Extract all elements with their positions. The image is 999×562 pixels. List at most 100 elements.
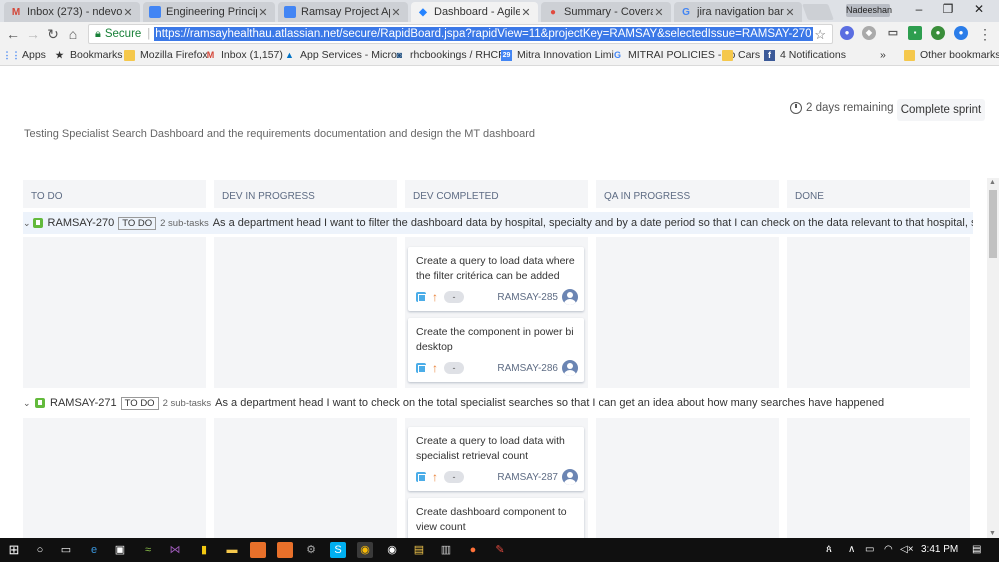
bookmark-apps[interactable]: ⋮⋮ Apps [3,49,46,61]
extension-leaf-icon[interactable]: ● [931,26,945,40]
bookmark-star-icon[interactable]: ☆ [814,27,826,43]
issue-key[interactable]: RAMSAY-271 [50,397,117,409]
window-close-icon[interactable]: ✕ [964,2,994,16]
battery-icon[interactable]: ▭ [865,544,874,555]
other-bookmarks[interactable]: Other bookmarks [904,49,999,61]
chevron-down-icon[interactable]: ⌄ [23,398,33,409]
chrome-icon[interactable]: ◉ [357,542,373,558]
issue-card[interactable]: Create a query to load data where the fi… [408,247,584,311]
scrollbar-thumb[interactable] [989,190,997,258]
app-icon[interactable]: ≈ [140,542,156,558]
home-icon[interactable]: ⌂ [64,25,82,43]
issue-card[interactable]: Create dashboard component to view count [408,498,584,538]
firefox-icon[interactable]: ● [465,542,481,558]
bookmark-mitra[interactable]: 29 Mitra Innovation Limi [501,49,614,61]
close-icon[interactable]: ✕ [784,6,796,19]
subtask-count: 2 sub-tasks [160,217,209,229]
bookmark-bookmarks[interactable]: ★ Bookmarks [54,49,122,61]
store-icon[interactable]: ▣ [112,542,128,558]
app-gear-icon[interactable]: ⚙ [303,542,319,558]
back-arrow-icon[interactable]: ← [4,25,22,43]
close-icon[interactable]: ✕ [520,6,532,19]
swimlane-header[interactable]: ⌄ RAMSAY-271 TO DO 2 sub-tasks As a depa… [23,392,973,414]
restore-icon[interactable]: ❐ [933,2,963,16]
volume-icon[interactable]: ◁× [900,544,914,555]
task-view-icon[interactable]: ▭ [58,542,74,558]
swimlane-header[interactable]: ⌄ RAMSAY-270 TO DO 2 sub-tasks As a depa… [23,212,973,234]
app-grey-icon[interactable]: ▥ [438,542,454,558]
lane-done [787,418,970,538]
skype-icon[interactable]: S [330,542,346,558]
new-tab-button[interactable] [802,4,834,20]
estimate-badge: - [444,362,464,374]
file-explorer-icon[interactable]: ▬ [224,542,240,558]
issue-card[interactable]: Create a query to load data with special… [408,427,584,491]
browser-tab-engineering[interactable]: Engineering Principles ✕ [143,2,275,22]
clock-time[interactable]: 3:41 PM [921,544,958,555]
scroll-up-icon[interactable]: ▲ [989,179,996,186]
app-orange-icon[interactable] [250,542,266,558]
address-bar[interactable]: 🔒︎ Secure | https://ramsayhealthau.atlas… [88,24,833,44]
chevron-down-icon[interactable]: ⌄ [23,218,31,229]
lane-dev-in-progress [214,237,397,388]
cast-icon[interactable]: ▭ [886,26,900,40]
windows-taskbar: ⊞ ○ ▭ e ▣ ≈ ⋈ ▮ ▬ ⚙ S ◉ ◉ ▤ ▥ ● ✎ ጰ ∧ ▭ … [0,538,999,562]
scroll-down-icon[interactable]: ▼ [989,530,996,537]
issue-key[interactable]: RAMSAY-270 [48,217,115,229]
folder-icon [904,49,915,61]
bookmark-notifications[interactable]: f4 Notifications [764,49,846,61]
card-key[interactable]: RAMSAY-287 [497,472,558,483]
bookmark-cars[interactable]: Cars [722,49,760,61]
windows-start-icon[interactable]: ⊞ [6,542,22,558]
extension-icon[interactable]: ● [840,26,854,40]
app-red-icon[interactable]: ✎ [492,542,508,558]
chrome-alt-icon[interactable]: ◉ [384,542,400,558]
minimize-icon[interactable]: – [904,2,934,16]
avatar-icon[interactable] [562,469,578,485]
wifi-icon[interactable]: ◠ [884,544,893,555]
close-icon[interactable]: ✕ [122,6,134,19]
bookmark-mitrai-policies[interactable]: G MITRAI POLICIES - co [612,49,735,61]
avatar-icon[interactable] [562,360,578,376]
notes-icon[interactable]: ▤ [411,542,427,558]
browser-tab-ramsay[interactable]: Ramsay Project Appro ✕ [278,2,408,22]
bookmark-inbox[interactable]: M Inbox (1,157) [205,49,283,61]
page-scrollbar[interactable]: ▲ ▼ [987,178,999,538]
visual-studio-icon[interactable]: ⋈ [167,542,183,558]
more-bookmarks-button[interactable]: » [880,49,886,61]
close-icon[interactable]: ✕ [653,6,665,19]
extension-blue-icon[interactable]: ● [954,26,968,40]
issue-card[interactable]: Create the component in power bi desktop… [408,318,584,382]
url-text[interactable]: https://ramsayhealthau.atlassian.net/sec… [154,27,813,41]
reload-icon[interactable]: ↻ [44,25,62,43]
extension-shield-icon[interactable]: ◆ [862,26,876,40]
forward-arrow-icon[interactable]: → [24,25,42,43]
card-key[interactable]: RAMSAY-285 [497,292,558,303]
browser-tab-summary[interactable]: ● Summary - Coverage I ✕ [541,2,671,22]
lane-qa-in-progress [596,237,779,388]
sonar-icon: ● [549,6,557,18]
browser-tab-dashboard[interactable]: ◆ Dashboard - Agile Boa ✕ [411,2,538,22]
bookmark-firefox[interactable]: Mozilla Firefox [124,49,208,61]
search-icon[interactable]: ○ [32,542,48,558]
google-icon: G [682,6,690,18]
menu-icon[interactable]: ⋮ [976,25,994,43]
browser-tab-gmail[interactable]: M Inbox (273) - ndevon@ ✕ [4,2,140,22]
powerbi-icon[interactable]: ▮ [196,542,212,558]
bookmark-rhcbookings[interactable]: ◙ rhcbookings / RHCPo [394,49,511,61]
chevron-up-icon[interactable]: ∧ [848,544,855,555]
edge-icon[interactable]: e [86,542,102,558]
close-icon[interactable]: ✕ [390,6,402,19]
complete-sprint-button[interactable]: Complete sprint [897,99,985,121]
avatar-icon[interactable] [562,289,578,305]
card-key[interactable]: RAMSAY-286 [497,363,558,374]
browser-tab-google[interactable]: G jira navigation bar dis ✕ [674,2,802,22]
bookmark-app-services[interactable]: ▲ App Services - Micro [284,49,397,61]
docs-icon [284,6,296,18]
close-icon[interactable]: ✕ [257,6,269,19]
profile-button[interactable]: Nadeeshan [846,4,892,17]
extension-green-icon[interactable]: ▪ [908,26,922,40]
app-orange2-icon[interactable] [277,542,293,558]
people-icon[interactable]: ጰ [826,544,832,555]
action-center-icon[interactable]: ▤ [972,544,981,555]
